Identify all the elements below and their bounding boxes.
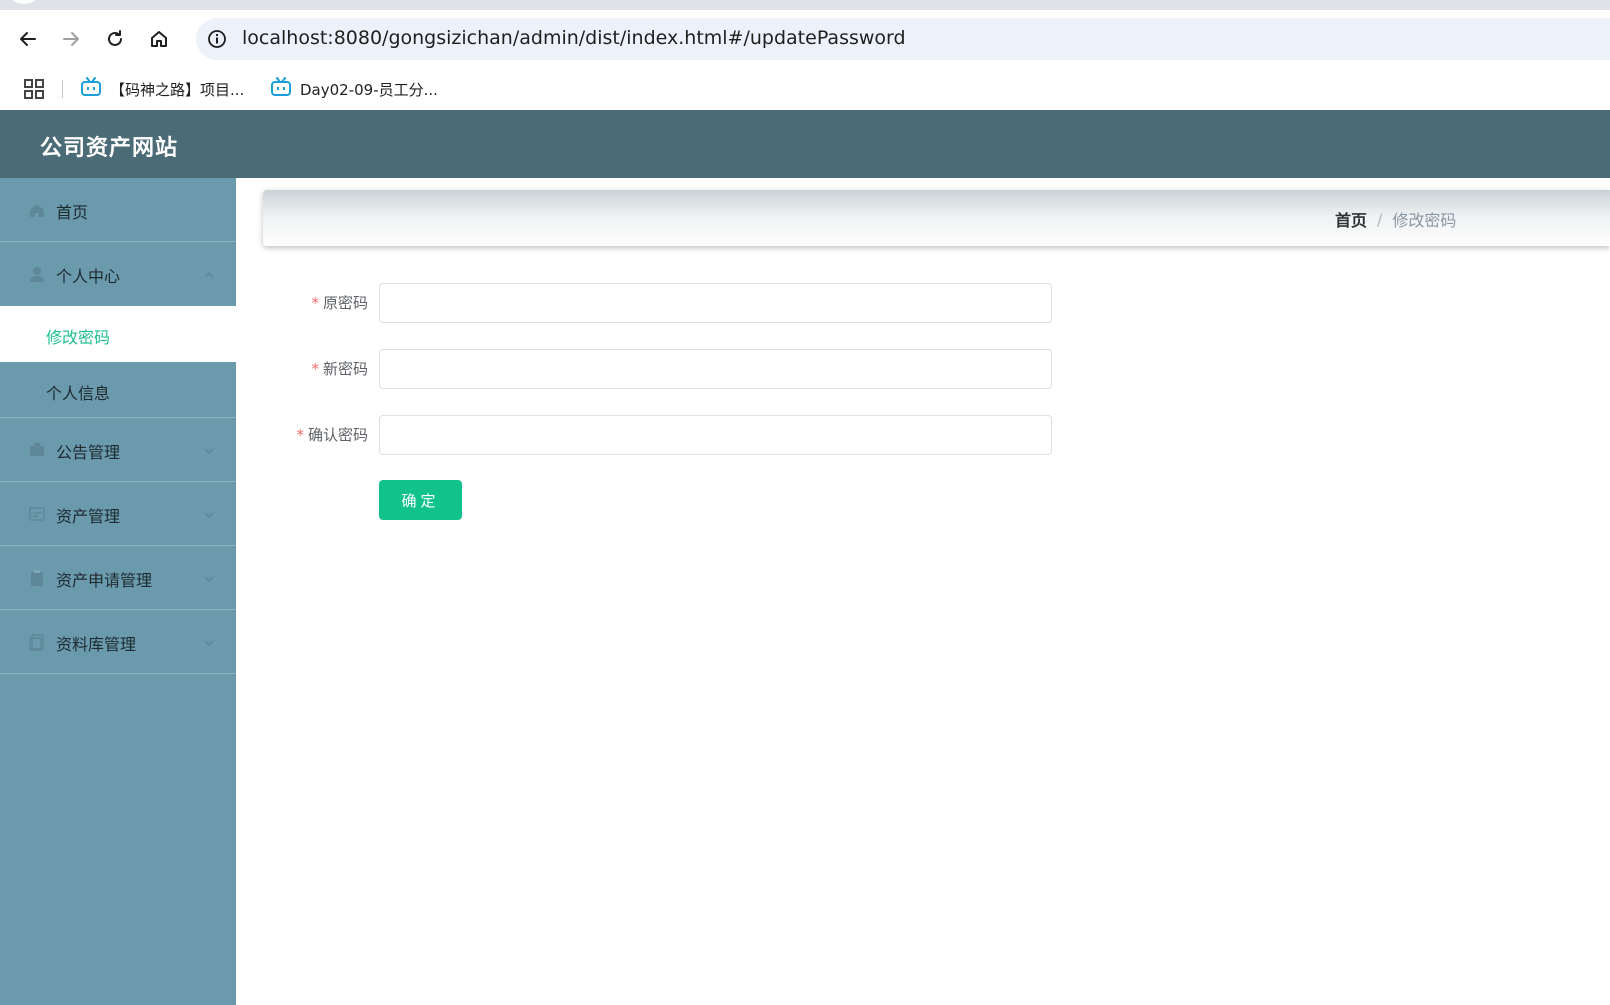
confirm-password-input[interactable]: [379, 415, 1052, 455]
sidebar-subitem-label: 个人信息: [46, 384, 111, 403]
breadcrumb: 首页 / 修改密码: [1335, 207, 1456, 231]
sidebar-item-label: 资料库管理: [56, 635, 137, 654]
new-password-label: * 新密码: [311, 358, 368, 379]
bilibili-icon: [270, 77, 292, 101]
sidebar-item-personal-center[interactable]: 个人中心: [0, 242, 236, 306]
bookmarks-bar: 【码神之路】项目... Day02-09-员工分...: [0, 68, 1610, 110]
field-label: 确认密码: [307, 426, 368, 444]
sidebar-item-library-management[interactable]: 资料库管理: [0, 610, 236, 674]
form-row-old-password: * 原密码: [236, 283, 1056, 323]
address-url[interactable]: localhost:8080/gongsizichan/admin/dist/i…: [242, 27, 906, 49]
sidebar-item-home[interactable]: 首页: [0, 178, 236, 242]
bookmark-item[interactable]: Day02-09-员工分...: [270, 76, 438, 102]
notice-icon: [28, 441, 46, 459]
sidebar-subitem-personal-info[interactable]: 个人信息: [0, 362, 236, 418]
sidebar-item-asset-management[interactable]: 资产管理: [0, 482, 236, 546]
confirm-password-label: * 确认密码: [296, 424, 368, 445]
sidebar-item-notice-management[interactable]: 公告管理: [0, 418, 236, 482]
back-icon[interactable]: [14, 25, 42, 53]
sidebar-item-label: 首页: [56, 203, 89, 222]
old-password-input[interactable]: [379, 283, 1052, 323]
required-mark: *: [311, 294, 319, 312]
sidebar-item-label: 资产管理: [56, 507, 121, 526]
old-password-label: * 原密码: [311, 292, 368, 313]
required-mark: *: [296, 426, 304, 444]
bookmark-item[interactable]: 【码神之路】项目...: [80, 76, 244, 102]
clipboard-icon: [28, 569, 46, 587]
chevron-down-icon: [203, 570, 215, 583]
main-content: 首页 / 修改密码 * 原密码 * 新密码 * 确认密码 确定: [236, 178, 1610, 1005]
new-password-input[interactable]: [379, 349, 1052, 389]
browser-tab[interactable]: [6, 0, 42, 4]
breadcrumb-current: 修改密码: [1392, 211, 1457, 230]
breadcrumb-separator: /: [1377, 209, 1383, 229]
form-row-confirm-password: * 确认密码: [236, 415, 1056, 455]
sidebar-item-asset-application-management[interactable]: 资产申请管理: [0, 546, 236, 610]
bilibili-icon: [80, 77, 102, 101]
sidebar-item-label: 资产申请管理: [56, 571, 153, 590]
forward-icon[interactable]: [57, 25, 85, 53]
asset-icon: [28, 505, 46, 523]
reload-icon[interactable]: [101, 25, 129, 53]
chevron-down-icon: [203, 634, 215, 647]
sidebar-item-label: 公告管理: [56, 443, 121, 462]
home-button-icon[interactable]: [145, 25, 173, 53]
sidebar-subitem-label: 修改密码: [46, 328, 111, 347]
bookmark-label: 【码神之路】项目...: [110, 80, 245, 99]
chevron-down-icon: [203, 506, 215, 519]
bookmarks-separator: [62, 80, 63, 98]
confirm-button[interactable]: 确定: [379, 480, 462, 520]
app-title: 公司资产网站: [40, 136, 179, 161]
user-icon: [28, 265, 46, 283]
breadcrumb-bar: 首页 / 修改密码: [263, 190, 1610, 246]
site-info-icon[interactable]: [206, 28, 228, 50]
browser-tabstrip: [0, 0, 1610, 10]
apps-grid-icon[interactable]: [22, 77, 46, 101]
document-icon: [28, 633, 46, 651]
field-label: 新密码: [322, 360, 368, 378]
sidebar-item-label: 个人中心: [56, 267, 121, 286]
form-row-new-password: * 新密码: [236, 349, 1056, 389]
sidebar: 首页 个人中心 修改密码 个人信息 公告管理 资产管理 资产申请管理 资料库管理: [0, 178, 236, 1005]
chevron-down-icon: [203, 442, 215, 455]
required-mark: *: [311, 360, 319, 378]
browser-toolbar: localhost:8080/gongsizichan/admin/dist/i…: [0, 10, 1610, 68]
chevron-up-icon: [203, 266, 215, 278]
app-header: 公司资产网站: [0, 110, 1610, 178]
breadcrumb-home[interactable]: 首页: [1335, 207, 1367, 231]
sidebar-subitem-change-password[interactable]: 修改密码: [0, 306, 236, 362]
home-icon: [28, 201, 46, 219]
address-bar[interactable]: localhost:8080/gongsizichan/admin/dist/i…: [196, 18, 1610, 60]
field-label: 原密码: [322, 294, 368, 312]
bookmark-label: Day02-09-员工分...: [300, 80, 438, 99]
